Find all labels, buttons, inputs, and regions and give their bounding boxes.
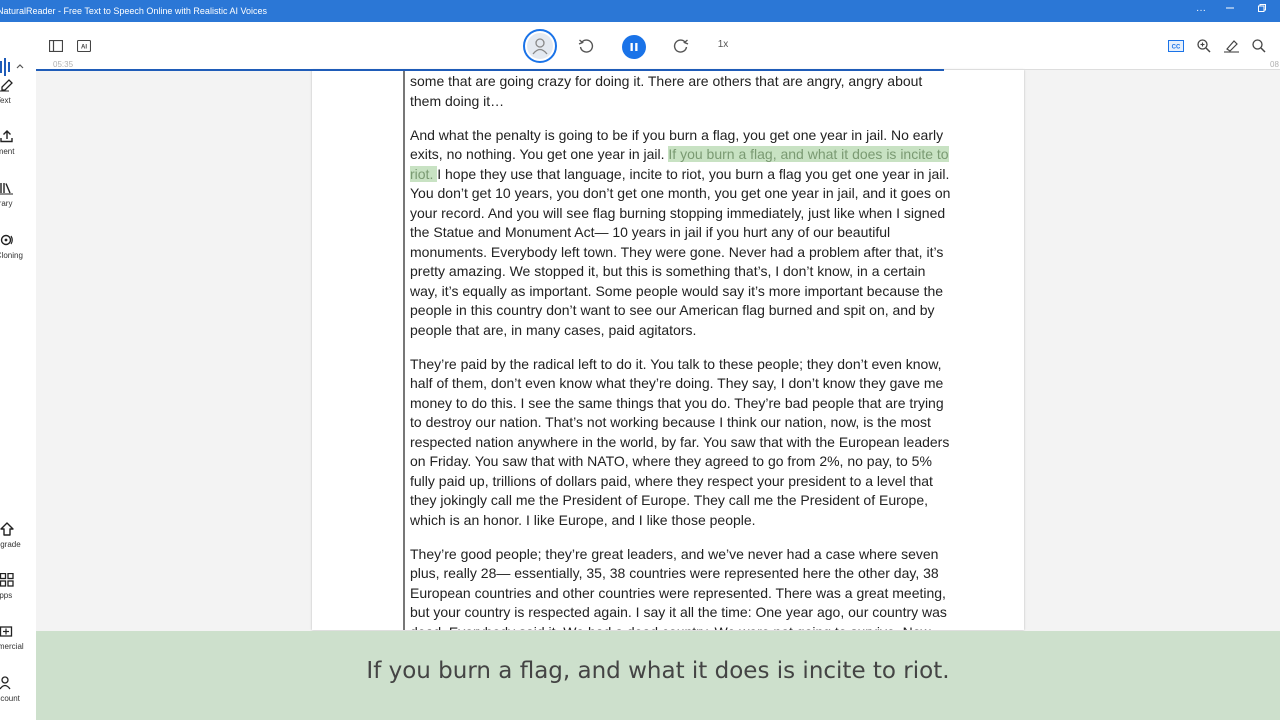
sidebar-item-document[interactable]: Document [0,129,36,159]
sidebar-item-label: Apps [0,591,13,600]
sidebar-item-text[interactable]: Text [0,78,36,108]
more-options-icon[interactable]: ··· [1193,3,1209,19]
svg-text:AI: AI [81,45,87,51]
sidebar-item-commercial[interactable]: Commercial [0,624,36,654]
sidebar-item-upgrade[interactable]: Upgrade [0,522,36,552]
search-icon[interactable] [1248,35,1270,57]
library-icon [0,183,13,195]
highlight-settings-icon[interactable] [1221,35,1243,57]
upgrade-icon [0,522,14,536]
sidebar-item-label: Upgrade [0,540,21,549]
document-text[interactable]: some that are going crazy for doing it. … [410,72,956,630]
sidebar-item-label: Text [0,96,11,105]
caption-text: If you burn a flag, and what it does is … [366,658,950,684]
sidebar-item-voice-cloning[interactable]: Voice Cloning [0,233,36,263]
sidebar-item-label: Document [0,147,15,156]
sidebar-item-label: Commercial [0,642,24,651]
pause-button[interactable] [622,35,646,59]
paragraph: some that are going crazy for doing it. … [410,73,923,109]
sidebar-item-library[interactable]: Library [0,181,36,211]
forward-icon[interactable] [670,35,692,57]
commercial-icon [0,626,13,637]
player-toolbar [36,22,1280,70]
document-page: some that are going crazy for doing it. … [312,70,1024,630]
window-title: NaturalReader - Free Text to Speech Onli… [0,6,267,16]
playback-progress-bar[interactable] [36,69,945,71]
ai-icon[interactable]: AI [73,35,95,57]
page-margin-line [403,70,405,630]
paragraph: They’re paid by the radical left to do i… [410,355,950,528]
sidebar-item-label: Voice Cloning [0,251,23,260]
paragraph-text: I hope they use that language, incite to… [410,165,951,338]
edit-icon [0,79,13,92]
minimize-icon[interactable] [1222,3,1238,19]
sidebar-item-apps[interactable]: Apps [0,573,36,603]
caption-bar: If you burn a flag, and what it does is … [36,631,1280,720]
voice-cloning-icon [0,234,13,246]
sidebar-item-label: Library [0,199,13,208]
user-avatar-icon [532,38,548,55]
closed-captions-icon[interactable]: CC [1165,35,1187,57]
voice-avatar-button[interactable] [523,29,557,63]
paragraph: They’re good people; they’re great leade… [410,545,947,631]
remaining-time: 08 [1270,60,1279,69]
paragraph: And what the penalty is going to be if y… [410,126,956,341]
sidebar-item-label: Account [0,694,20,703]
sidebar: Text Document Library Voice Cloning Upgr… [0,22,36,720]
account-icon [0,676,11,690]
speed-button[interactable]: 1x [711,39,735,53]
rewind-icon[interactable] [575,35,597,57]
upload-icon [0,130,13,143]
pause-icon [630,43,638,51]
naturalreader-logo-icon[interactable] [0,58,26,76]
svg-text:CC: CC [1172,45,1181,51]
restore-icon[interactable] [1254,3,1270,19]
zoom-in-icon[interactable] [1193,35,1215,57]
window-titlebar: NaturalReader - Free Text to Speech Onli… [0,0,1280,22]
sidebar-item-account[interactable]: Account [0,676,36,706]
elapsed-time: 05:35 [53,60,74,69]
toggle-sidebar-icon[interactable] [45,35,67,57]
apps-icon [0,573,14,587]
